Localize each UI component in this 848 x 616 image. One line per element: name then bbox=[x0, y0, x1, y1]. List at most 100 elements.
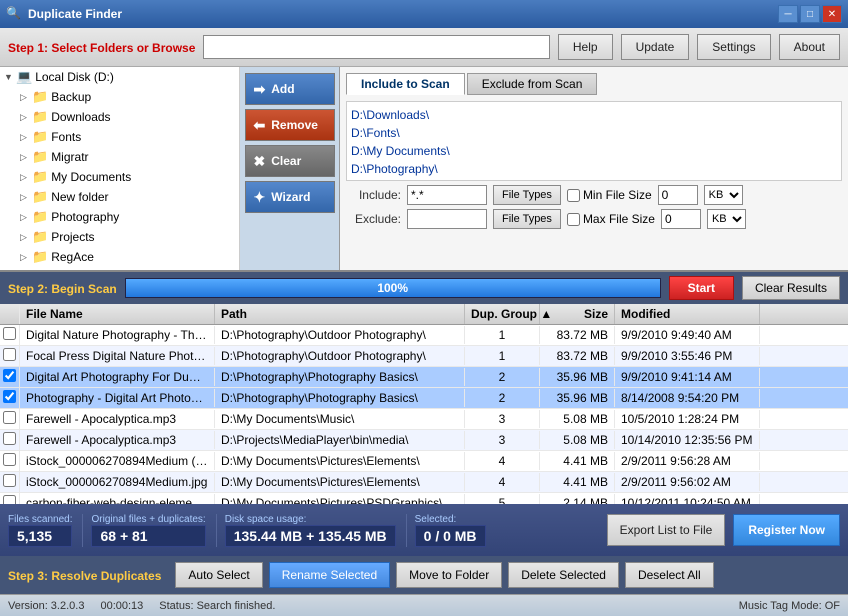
table-row: Farewell - Apocalyptica.mp3 D:\Projects\… bbox=[0, 430, 848, 451]
row-checkbox[interactable] bbox=[0, 367, 20, 387]
maximize-button[interactable]: □ bbox=[800, 5, 820, 23]
time-label: 00:00:13 bbox=[100, 600, 143, 612]
row-check-input[interactable] bbox=[3, 495, 16, 504]
window-controls: ─ □ ✕ bbox=[778, 5, 842, 23]
list-item[interactable]: ▷ 📁 Migratr bbox=[0, 147, 239, 167]
row-size: 5.08 MB bbox=[540, 410, 615, 428]
clear-results-button[interactable]: Clear Results bbox=[742, 276, 840, 300]
delete-selected-button[interactable]: Delete Selected bbox=[508, 562, 619, 588]
wizard-button[interactable]: ✦ Wizard bbox=[245, 181, 335, 213]
list-item[interactable]: ▷ 📁 Backup bbox=[0, 87, 239, 107]
start-scan-button[interactable]: Start bbox=[669, 276, 734, 300]
row-dupgroup: 5 bbox=[465, 494, 540, 504]
tree-item-label: Downloads bbox=[51, 110, 110, 124]
include-tab[interactable]: Include to Scan bbox=[346, 73, 465, 95]
minimize-button[interactable]: ─ bbox=[778, 5, 798, 23]
row-check-input[interactable] bbox=[3, 369, 16, 382]
row-check-input[interactable] bbox=[3, 453, 16, 466]
th-modified[interactable]: Modified bbox=[615, 304, 760, 324]
exclude-tab[interactable]: Exclude from Scan bbox=[467, 73, 598, 95]
update-button[interactable]: Update bbox=[621, 34, 690, 60]
list-item[interactable]: ▷ 📁 Photography bbox=[0, 207, 239, 227]
min-size-checkbox[interactable] bbox=[567, 189, 580, 202]
row-checkbox[interactable] bbox=[0, 346, 20, 366]
row-check-input[interactable] bbox=[3, 411, 16, 424]
th-size[interactable]: Size bbox=[540, 304, 615, 324]
wizard-label: Wizard bbox=[271, 190, 310, 204]
deselect-all-button[interactable]: Deselect All bbox=[625, 562, 714, 588]
row-checkbox[interactable] bbox=[0, 325, 20, 345]
row-checkbox[interactable] bbox=[0, 493, 20, 504]
move-to-folder-button[interactable]: Move to Folder bbox=[396, 562, 502, 588]
row-modified: 9/9/2010 9:49:40 AM bbox=[615, 326, 760, 344]
clear-button[interactable]: ✖ Clear bbox=[245, 145, 335, 177]
selected-stat: Selected: 0 / 0 MB bbox=[415, 514, 496, 547]
folder-icon: 📁 bbox=[32, 169, 48, 185]
th-dupgroup[interactable]: Dup. Group ▲ bbox=[465, 304, 540, 324]
table-row: Digital Art Photography For Dummies. D:\… bbox=[0, 367, 848, 388]
folder-tree[interactable]: ▼ 💻 Local Disk (D:) ▷ 📁 Backup ▷ 📁 Downl… bbox=[0, 67, 239, 270]
browse-input[interactable] bbox=[203, 35, 550, 59]
rename-selected-button[interactable]: Rename Selected bbox=[269, 562, 390, 588]
list-item[interactable]: ▷ 📁 My Documents bbox=[0, 167, 239, 187]
list-item[interactable]: ▷ 📁 New folder bbox=[0, 187, 239, 207]
max-size-input[interactable] bbox=[661, 209, 701, 229]
list-item: D:\Projects\ bbox=[351, 178, 837, 181]
include-filter-input[interactable] bbox=[407, 185, 487, 205]
stats-bar: Files scanned: 5,135 Original files + du… bbox=[0, 504, 848, 556]
exclude-filter-input[interactable] bbox=[407, 209, 487, 229]
help-button[interactable]: Help bbox=[558, 34, 613, 60]
row-size: 4.41 MB bbox=[540, 473, 615, 491]
close-button[interactable]: ✕ bbox=[822, 5, 842, 23]
remove-button[interactable]: ⬅ Remove bbox=[245, 109, 335, 141]
tree-item-label: Photography bbox=[51, 210, 119, 224]
list-item[interactable]: ▷ 📁 Softwares bbox=[0, 267, 239, 270]
row-path: D:\Photography\Photography Basics\ bbox=[215, 389, 465, 407]
tree-item-label: Projects bbox=[51, 230, 94, 244]
list-item[interactable]: ▷ 📁 Projects bbox=[0, 227, 239, 247]
row-check-input[interactable] bbox=[3, 348, 16, 361]
row-filename: iStock_000006270894Medium.jpg bbox=[20, 473, 215, 491]
include-file-types-button[interactable]: File Types bbox=[493, 185, 561, 205]
row-check-input[interactable] bbox=[3, 432, 16, 445]
row-check-input[interactable] bbox=[3, 327, 16, 340]
files-scanned-value: 5,135 bbox=[8, 525, 72, 547]
list-item[interactable]: ▷ 📁 Downloads bbox=[0, 107, 239, 127]
tree-expand-icon: ▼ bbox=[4, 72, 16, 82]
disk-usage-stat: Disk space usage: 135.44 MB + 135.45 MB bbox=[225, 514, 407, 547]
list-item[interactable]: ▷ 📁 Fonts bbox=[0, 127, 239, 147]
row-checkbox[interactable] bbox=[0, 430, 20, 450]
min-size-unit-select[interactable]: KB MB bbox=[704, 185, 743, 205]
about-button[interactable]: About bbox=[779, 34, 840, 60]
clear-label: Clear bbox=[271, 154, 301, 168]
row-check-input[interactable] bbox=[3, 390, 16, 403]
th-filename[interactable]: File Name bbox=[20, 304, 215, 324]
export-list-button[interactable]: Export List to File bbox=[607, 514, 726, 546]
main-content: ▼ 💻 Local Disk (D:) ▷ 📁 Backup ▷ 📁 Downl… bbox=[0, 67, 848, 272]
register-button[interactable]: Register Now bbox=[733, 514, 840, 546]
add-button[interactable]: ➡ Add bbox=[245, 73, 335, 105]
tree-root-item[interactable]: ▼ 💻 Local Disk (D:) bbox=[0, 67, 239, 87]
max-size-checkbox[interactable] bbox=[567, 213, 580, 226]
min-size-input[interactable] bbox=[658, 185, 698, 205]
row-size: 83.72 MB bbox=[540, 326, 615, 344]
row-checkbox[interactable] bbox=[0, 388, 20, 408]
table-row: iStock_000006270894Medium.jpg D:\My Docu… bbox=[0, 472, 848, 493]
settings-button[interactable]: Settings bbox=[697, 34, 770, 60]
row-filename: Focal Press Digital Nature Photograp bbox=[20, 347, 215, 365]
row-check-input[interactable] bbox=[3, 474, 16, 487]
tree-collapse-icon: ▷ bbox=[20, 92, 32, 103]
max-size-unit-select[interactable]: KB MB bbox=[707, 209, 746, 229]
th-path[interactable]: Path bbox=[215, 304, 465, 324]
version-label: Version: 3.2.0.3 bbox=[8, 600, 84, 612]
list-item[interactable]: ▷ 📁 RegAce bbox=[0, 247, 239, 267]
progress-bar-fill: 100% bbox=[126, 279, 660, 297]
row-checkbox[interactable] bbox=[0, 472, 20, 492]
table-row: Photography - Digital Art Photography D:… bbox=[0, 388, 848, 409]
auto-select-button[interactable]: Auto Select bbox=[175, 562, 262, 588]
exclude-file-types-button[interactable]: File Types bbox=[493, 209, 561, 229]
table-row: iStock_000006270894Medium (1).jpg D:\My … bbox=[0, 451, 848, 472]
row-checkbox[interactable] bbox=[0, 451, 20, 471]
row-dupgroup: 4 bbox=[465, 473, 540, 491]
row-checkbox[interactable] bbox=[0, 409, 20, 429]
